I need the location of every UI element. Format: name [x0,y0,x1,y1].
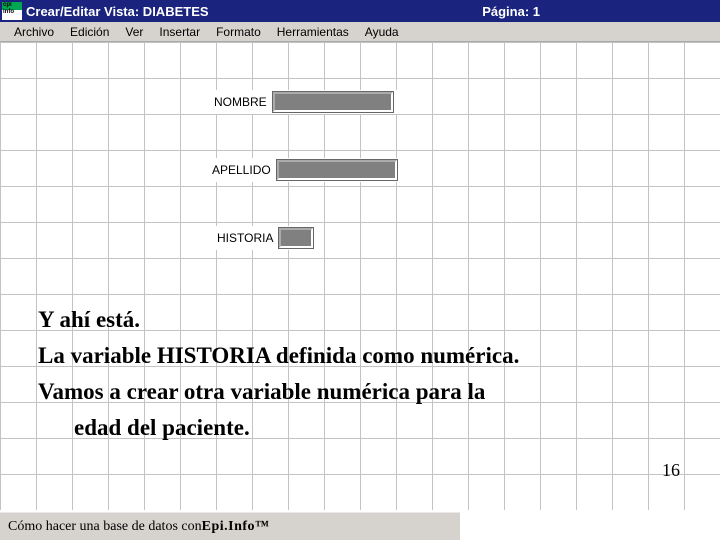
menu-insertar[interactable]: Insertar [151,23,208,41]
field-apellido-input[interactable] [277,160,397,180]
menu-ver[interactable]: Ver [117,23,151,41]
menu-ayuda[interactable]: Ayuda [357,23,407,41]
menu-bar: Archivo Edición Ver Insertar Formato Her… [0,22,720,42]
field-historia[interactable]: HISTORIA [211,226,317,250]
field-nombre-label: NOMBRE [212,95,269,109]
footer-product: Epi.Info™ [202,519,270,535]
field-historia-input[interactable] [279,228,313,248]
field-historia-label: HISTORIA [215,231,275,245]
menu-herramientas[interactable]: Herramientas [269,23,357,41]
window-title: Crear/Editar Vista: DIABETES [26,4,209,19]
field-apellido-label: APELLIDO [210,163,273,177]
tutorial-text: Y ahí está. La variable HISTORIA definid… [38,302,698,446]
tutorial-line-2: La variable HISTORIA definida como numér… [38,338,698,374]
footer-caption: Cómo hacer una base de datos con Epi.Inf… [0,512,460,540]
page-indicator: Página: 1 [482,4,720,19]
tutorial-line-1: Y ahí está. [38,302,698,338]
footer-prefix: Cómo hacer una base de datos con [8,519,202,535]
field-nombre[interactable]: NOMBRE [208,90,397,114]
field-nombre-input[interactable] [273,92,393,112]
app-logo-icon [2,2,22,20]
tutorial-line-3a: Vamos a crear otra variable numérica par… [38,374,698,410]
menu-archivo[interactable]: Archivo [6,23,62,41]
slide-number: 16 [662,460,680,481]
tutorial-line-3b: edad del paciente. [38,410,698,446]
title-bar: Crear/Editar Vista: DIABETES Página: 1 [0,0,720,22]
field-apellido[interactable]: APELLIDO [206,158,401,182]
menu-formato[interactable]: Formato [208,23,269,41]
menu-edicion[interactable]: Edición [62,23,117,41]
